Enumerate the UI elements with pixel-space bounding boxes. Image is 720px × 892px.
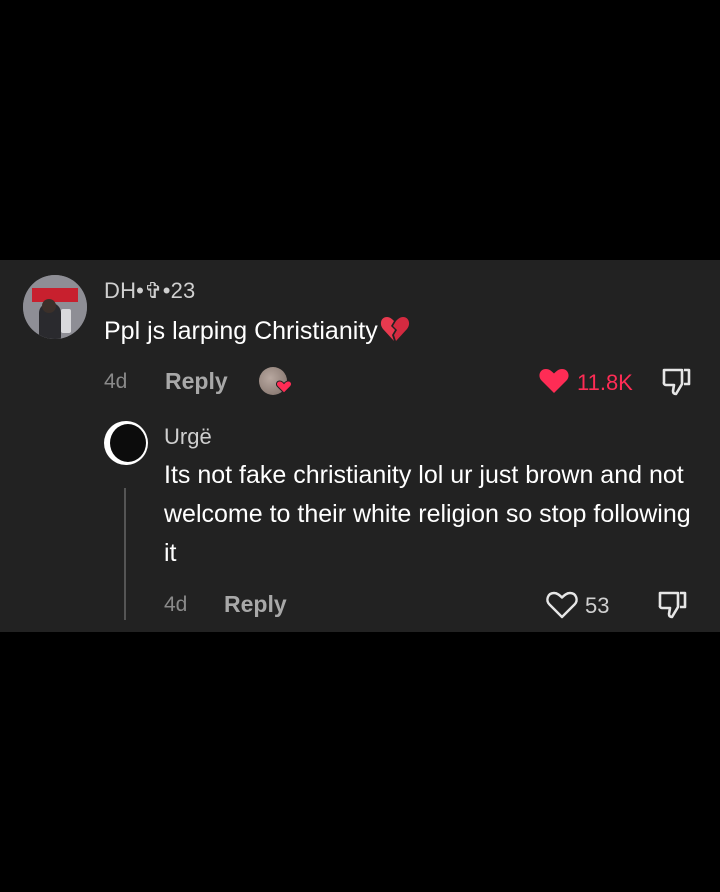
comment-like-count: 11.8K (577, 370, 633, 395)
comment-reply-button[interactable]: Reply (165, 368, 228, 395)
thread-line (124, 488, 126, 620)
reply-text: Its not fake christianity lol ur just br… (164, 461, 691, 567)
comment-body: Ppl js larping Christianity (104, 317, 378, 345)
commenter-avatar[interactable] (23, 275, 87, 339)
broken-heart-icon (380, 315, 410, 350)
comment-dislike-icon[interactable] (660, 366, 692, 403)
reply-time: 4d (164, 593, 188, 616)
reply-dislike-icon[interactable] (656, 589, 688, 626)
comment-username[interactable]: DH•✞•23 (104, 278, 195, 304)
reply-like-heart-icon[interactable] (545, 590, 579, 625)
comments-panel: DH•✞•23 Ppl js larping Christianity 4d R… (0, 260, 720, 632)
reply-like-count: 53 (585, 593, 610, 618)
creator-heart-icon (275, 380, 293, 399)
comment-time: 4d (104, 370, 128, 393)
screen: DH•✞•23 Ppl js larping Christianity 4d R… (0, 0, 720, 892)
reply-avatar[interactable] (104, 421, 148, 465)
reply-reply-button[interactable]: Reply (224, 591, 287, 618)
reply-username[interactable]: Urgë (164, 424, 212, 450)
comment-like-heart-icon[interactable] (538, 367, 570, 400)
comment-text: Ppl js larping Christianity (104, 315, 410, 350)
